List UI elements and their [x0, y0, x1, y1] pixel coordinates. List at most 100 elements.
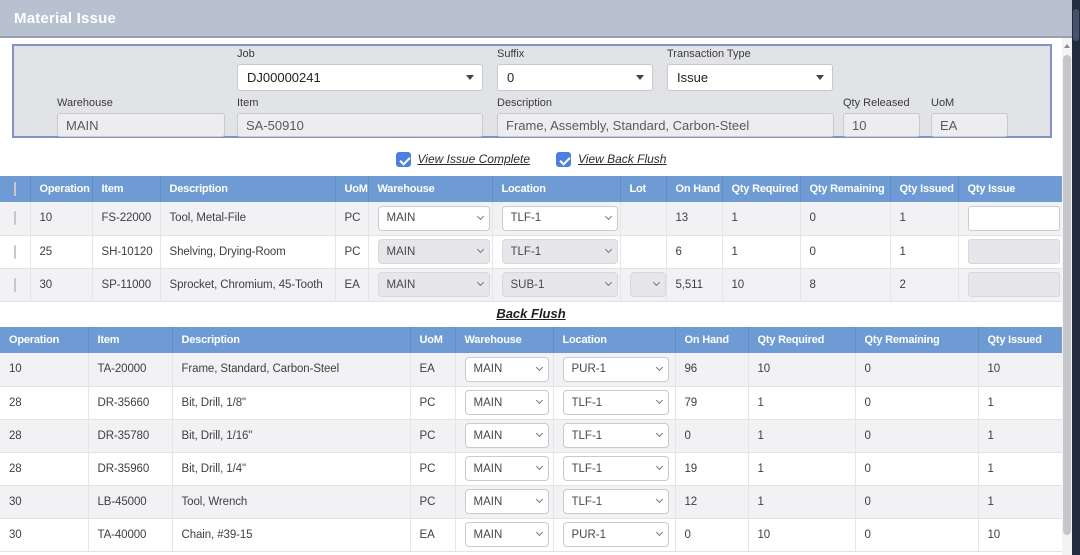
- qty-issue-input[interactable]: [968, 272, 1060, 297]
- back-flush-row: 30 TA-40000 Chain, #39-15 EA MAIN PUR-1 …: [0, 518, 1062, 551]
- back-flush-row: 28 DR-35780 Bit, Drill, 1/16" PC MAIN TL…: [0, 419, 1062, 452]
- qty-issue-input[interactable]: [968, 239, 1060, 264]
- col-operation: Operation: [0, 327, 88, 353]
- col-qty-remaining: Qty Remaining: [800, 176, 890, 202]
- qty-remaining-cell: 0: [800, 235, 890, 268]
- view-back-flush-option[interactable]: View Back Flush: [556, 152, 666, 167]
- col-qty-remaining: Qty Remaining: [855, 327, 978, 353]
- location-select[interactable]: TLF-1: [563, 456, 669, 481]
- col-item: Item: [92, 176, 160, 202]
- lot-cell: [620, 268, 666, 301]
- warehouse-select[interactable]: MAIN: [465, 489, 549, 514]
- warehouse-select[interactable]: MAIN: [465, 390, 549, 415]
- lot-select[interactable]: [630, 272, 666, 297]
- warehouse-input[interactable]: [57, 113, 225, 137]
- view-back-flush-label: View Back Flush: [578, 152, 666, 166]
- view-issue-complete-option[interactable]: View Issue Complete: [396, 152, 531, 167]
- row-select-cell: [0, 235, 30, 268]
- on-hand-cell: 79: [675, 386, 748, 419]
- location-select[interactable]: TLF-1: [563, 423, 669, 448]
- item-cell: SH-10120: [92, 235, 160, 268]
- vertical-scrollbar[interactable]: [1062, 38, 1072, 555]
- location-select[interactable]: TLF-1: [502, 239, 618, 264]
- back-flush-row: 28 DR-35960 Bit, Drill, 1/4" PC MAIN TLF…: [0, 452, 1062, 485]
- location-select-wrap: TLF-1: [563, 489, 669, 514]
- uom-cell: EA: [410, 353, 455, 386]
- select-all-checkbox[interactable]: [14, 182, 16, 196]
- location-select[interactable]: TLF-1: [563, 489, 669, 514]
- back-flush-header-row: Operation Item Description UoM Warehouse…: [0, 327, 1062, 353]
- browser-scrollbar-thumb[interactable]: [1073, 9, 1079, 41]
- col-location: Location: [553, 327, 675, 353]
- job-header-panel: Job DJ00000241 Suffix 0 Transaction Type…: [12, 44, 1052, 138]
- qty-released-input[interactable]: [843, 113, 920, 137]
- operation-cell: 30: [0, 485, 88, 518]
- qty-remaining-cell: 0: [855, 452, 978, 485]
- qty-issued-cell: 10: [978, 518, 1062, 551]
- location-select[interactable]: TLF-1: [502, 206, 618, 231]
- warehouse-select[interactable]: MAIN: [378, 206, 490, 231]
- row-checkbox[interactable]: [14, 211, 16, 225]
- warehouse-select-wrap: MAIN: [465, 522, 549, 547]
- row-checkbox[interactable]: [14, 278, 16, 292]
- on-hand-cell: 19: [675, 452, 748, 485]
- col-lot: Lot: [620, 176, 666, 202]
- transaction-type-select[interactable]: Issue: [667, 64, 833, 91]
- location-select-wrap: TLF-1: [502, 239, 618, 264]
- location-select[interactable]: TLF-1: [563, 390, 669, 415]
- item-input[interactable]: [237, 113, 483, 137]
- warehouse-select[interactable]: MAIN: [378, 239, 490, 264]
- qty-issue-input[interactable]: [968, 206, 1060, 231]
- row-checkbox[interactable]: [14, 245, 16, 259]
- location-select-wrap: TLF-1: [563, 423, 669, 448]
- col-warehouse: Warehouse: [368, 176, 492, 202]
- job-combobox[interactable]: DJ00000241: [237, 64, 483, 91]
- item-cell: FS-22000: [92, 202, 160, 235]
- qty-remaining-cell: 0: [855, 386, 978, 419]
- suffix-select[interactable]: 0: [497, 64, 653, 91]
- description-input[interactable]: [497, 113, 834, 137]
- location-cell: TLF-1: [553, 452, 675, 485]
- warehouse-select[interactable]: MAIN: [378, 272, 490, 297]
- warehouse-cell: MAIN: [455, 353, 553, 386]
- warehouse-cell: MAIN: [368, 268, 492, 301]
- warehouse-select[interactable]: MAIN: [465, 423, 549, 448]
- col-qty-issued: Qty Issued: [890, 176, 958, 202]
- item-cell: DR-35780: [88, 419, 172, 452]
- col-uom: UoM: [335, 176, 368, 202]
- view-back-flush-checkbox[interactable]: [556, 152, 571, 167]
- warehouse-select[interactable]: MAIN: [465, 456, 549, 481]
- job-select[interactable]: DJ00000241: [237, 64, 483, 91]
- location-select[interactable]: PUR-1: [563, 522, 669, 547]
- on-hand-cell: 6: [666, 235, 722, 268]
- location-select[interactable]: PUR-1: [563, 357, 669, 382]
- job-label: Job: [237, 48, 483, 60]
- issue-table: Operation Item Description UoM Warehouse…: [0, 176, 1063, 302]
- operation-cell: 28: [0, 419, 88, 452]
- warehouse-select-wrap: MAIN: [378, 239, 490, 264]
- col-item: Item: [88, 327, 172, 353]
- warehouse-select[interactable]: MAIN: [465, 357, 549, 382]
- location-cell: PUR-1: [553, 353, 675, 386]
- qty-required-cell: 1: [722, 202, 800, 235]
- uom-input[interactable]: [931, 113, 1008, 137]
- warehouse-select[interactable]: MAIN: [465, 522, 549, 547]
- operation-cell: 10: [0, 353, 88, 386]
- suffix-label: Suffix: [497, 48, 653, 60]
- transaction-type-label: Transaction Type: [667, 48, 833, 60]
- suffix-combobox[interactable]: 0: [497, 64, 653, 91]
- browser-scrollbar[interactable]: [1072, 0, 1080, 555]
- scroll-up-arrow-icon[interactable]: [1064, 44, 1070, 48]
- lot-cell: [620, 235, 666, 268]
- operation-cell: 25: [30, 235, 92, 268]
- view-issue-complete-checkbox[interactable]: [396, 152, 411, 167]
- warehouse-field: Warehouse: [57, 97, 225, 137]
- scrollbar-thumb[interactable]: [1063, 55, 1071, 535]
- warehouse-select-wrap: MAIN: [465, 456, 549, 481]
- row-select-cell: [0, 268, 30, 301]
- transaction-type-combobox[interactable]: Issue: [667, 64, 833, 91]
- page-title: Material Issue: [0, 0, 1072, 37]
- uom-cell: PC: [410, 485, 455, 518]
- on-hand-cell: 96: [675, 353, 748, 386]
- location-select[interactable]: SUB-1: [502, 272, 618, 297]
